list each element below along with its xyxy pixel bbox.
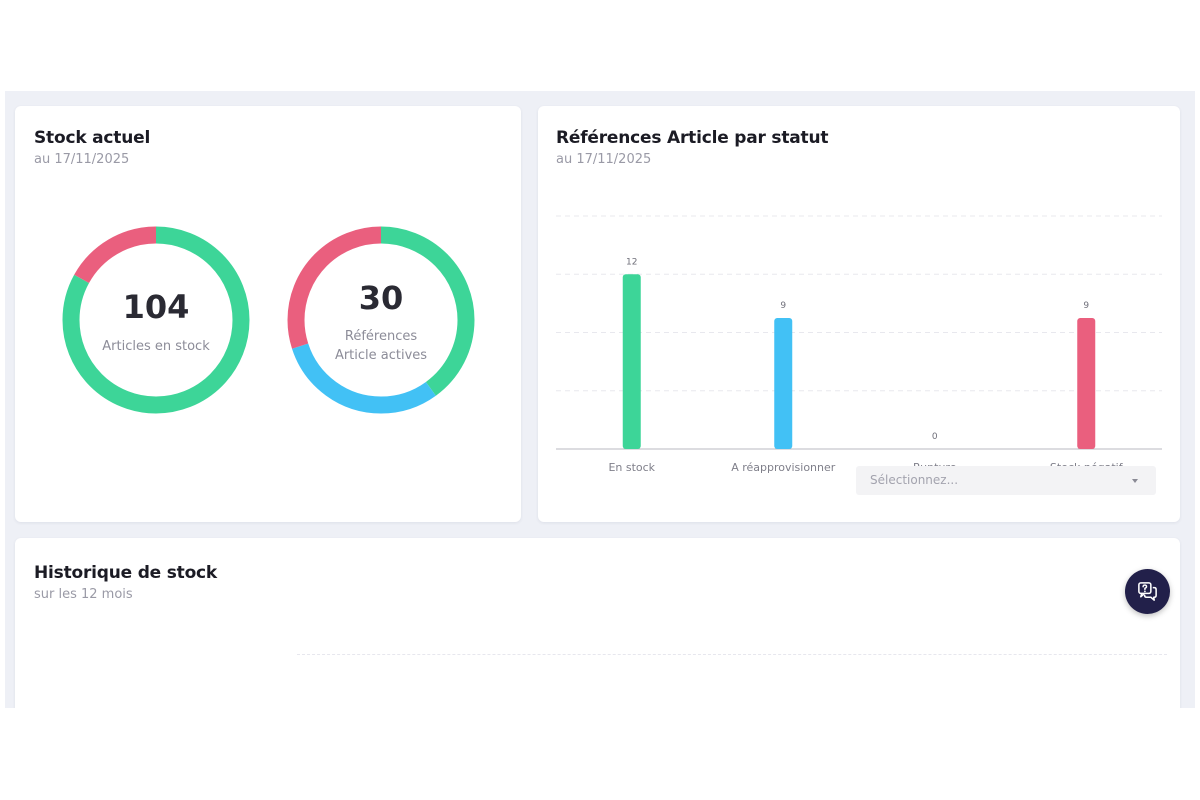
chart-bar[interactable] — [622, 274, 641, 449]
chart-value-label: 0 — [932, 432, 938, 442]
donut-articles-label: Articles en stock — [102, 339, 210, 354]
chart-category-label: A réapprovisionner — [731, 461, 836, 474]
donut-references-value: 30 — [358, 279, 404, 317]
history-chart-gridline — [297, 654, 1167, 655]
period-select-placeholder: Sélectionnez... — [870, 473, 959, 487]
chart-value-label: 12 — [626, 257, 637, 267]
stock-card: Stock actuel au 17/11/2025 104 Articles … — [15, 106, 521, 522]
stock-card-title: Stock actuel — [34, 128, 151, 148]
history-card-subtitle: sur les 12 mois — [34, 587, 133, 602]
chart-value-label: 9 — [1083, 301, 1089, 311]
chart-bar[interactable] — [1077, 317, 1096, 449]
chart-category-label: En stock — [608, 461, 655, 474]
period-select[interactable]: Sélectionnez... — [856, 466, 1156, 495]
status-card: Références Article par statut au 17/11/2… — [538, 106, 1180, 522]
history-card-title: Historique de stock — [34, 563, 218, 583]
page-bottom-margin — [0, 708, 1200, 800]
chart-bar[interactable] — [774, 317, 793, 449]
chevron-down-icon — [1132, 479, 1138, 483]
status-bar-chart: 12En stock9A réapprovisionner0Rupture9St… — [556, 215, 1162, 474]
help-chat-button[interactable] — [1125, 569, 1170, 614]
chart-value-label: 9 — [780, 301, 786, 311]
donut-references-label-line1: Références — [344, 329, 418, 344]
donut-articles-value: 104 — [122, 288, 190, 326]
stock-card-subtitle: au 17/11/2025 — [34, 152, 130, 167]
donut-references: 30 Références Article actives — [285, 224, 477, 416]
chat-question-icon — [1138, 582, 1157, 601]
donut-articles: 104 Articles en stock — [60, 224, 252, 416]
donut-references-label-line2: Article actives — [334, 348, 428, 363]
